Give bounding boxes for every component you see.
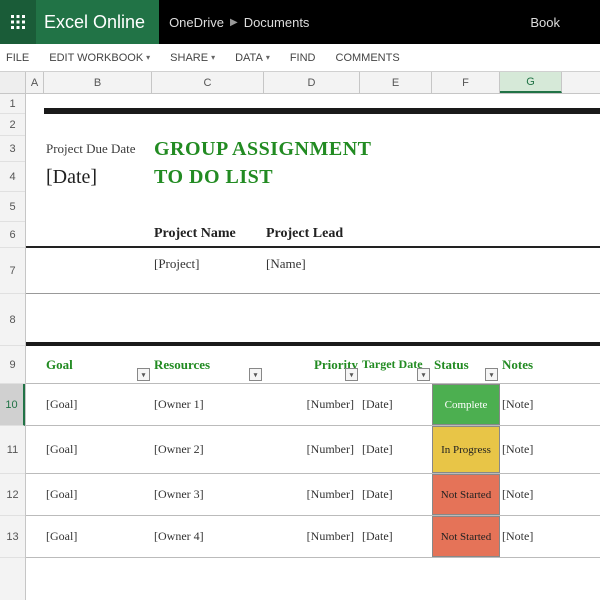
chevron-down-icon: ▾	[146, 53, 150, 62]
waffle-icon	[11, 15, 25, 29]
spreadsheet-grid: 12345678910111213 Project Due Date GROUP…	[0, 94, 600, 600]
menu-file[interactable]: FILE	[0, 44, 39, 71]
menu-find[interactable]: FIND	[280, 44, 326, 71]
cell-notes[interactable]: [Note]	[500, 516, 562, 557]
cell-priority[interactable]: [Number]	[264, 516, 360, 557]
th-notes[interactable]: Notes	[500, 346, 562, 383]
app-name: Excel Online	[36, 12, 159, 33]
column-header-b[interactable]: B	[44, 72, 152, 93]
doc-title-line2: TO DO LIST	[152, 162, 452, 192]
row-header-1[interactable]: 1	[0, 94, 25, 114]
row-header-8[interactable]: 8	[0, 294, 25, 346]
column-header-g[interactable]: G	[500, 72, 562, 93]
filter-button[interactable]: ▾	[137, 368, 150, 381]
cell-goal[interactable]: [Goal]	[44, 516, 152, 557]
table-row[interactable]: [Goal][Owner 2][Number][Date]In Progress…	[26, 426, 600, 474]
row-header-3[interactable]: 3	[0, 136, 25, 162]
table-row[interactable]: [Goal][Owner 3][Number][Date]Not Started…	[26, 474, 600, 516]
th-target[interactable]: Target Date▾	[360, 346, 432, 383]
cell-goal[interactable]: [Goal]	[44, 426, 152, 473]
menu-share[interactable]: SHARE▾	[160, 44, 225, 71]
cell-resources[interactable]: [Owner 3]	[152, 474, 264, 515]
table-row[interactable]: [Goal][Owner 4][Number][Date]Not Started…	[26, 516, 600, 558]
cell-notes[interactable]: [Note]	[500, 384, 562, 425]
row-header-5[interactable]: 5	[0, 192, 25, 222]
cell-goal[interactable]: [Goal]	[44, 384, 152, 425]
th-priority[interactable]: Priority▾	[264, 346, 360, 383]
cell-target-date[interactable]: [Date]	[360, 516, 432, 557]
select-all-corner[interactable]	[0, 72, 26, 93]
menu-data[interactable]: DATA▾	[225, 44, 280, 71]
menu-bar: FILE EDIT WORKBOOK▾ SHARE▾ DATA▾ FIND CO…	[0, 44, 600, 72]
column-header-e[interactable]: E	[360, 72, 432, 93]
project-lead-value[interactable]: [Name]	[264, 248, 360, 293]
th-resources[interactable]: Resources▾	[152, 346, 264, 383]
sheet-body[interactable]: Project Due Date GROUP ASSIGNMENT [Date]…	[26, 94, 600, 600]
due-date-value[interactable]: [Date]	[44, 162, 152, 192]
chevron-down-icon: ▾	[266, 53, 270, 62]
title-bar: Excel Online OneDrive ▶ Documents Book	[0, 0, 600, 44]
filter-button[interactable]: ▾	[249, 368, 262, 381]
column-header-d[interactable]: D	[264, 72, 360, 93]
cell-target-date[interactable]: [Date]	[360, 384, 432, 425]
menu-edit-workbook[interactable]: EDIT WORKBOOK▾	[39, 44, 160, 71]
row-header-13[interactable]: 13	[0, 516, 25, 558]
row-header-7[interactable]: 7	[0, 248, 25, 294]
th-goal[interactable]: Goal▾	[44, 346, 152, 383]
cell-target-date[interactable]: [Date]	[360, 426, 432, 473]
cell-notes[interactable]: [Note]	[500, 474, 562, 515]
filter-button[interactable]: ▾	[345, 368, 358, 381]
cell-priority[interactable]: [Number]	[264, 384, 360, 425]
titlebar-brand-area: Excel Online	[0, 0, 159, 44]
row-header-2[interactable]: 2	[0, 114, 25, 136]
row-header-11[interactable]: 11	[0, 426, 25, 474]
project-lead-header: Project Lead	[264, 222, 360, 246]
breadcrumb-part[interactable]: Documents	[244, 15, 310, 30]
project-name-header: Project Name	[152, 222, 264, 246]
column-header-c[interactable]: C	[152, 72, 264, 93]
cell-resources[interactable]: [Owner 4]	[152, 516, 264, 557]
row-header-12[interactable]: 12	[0, 474, 25, 516]
cell-status[interactable]: In Progress	[432, 426, 500, 473]
row-headers: 12345678910111213	[0, 94, 26, 600]
row-header-10[interactable]: 10	[0, 384, 25, 426]
project-name-value[interactable]: [Project]	[152, 248, 264, 293]
column-header-f[interactable]: F	[432, 72, 500, 93]
cell-notes[interactable]: [Note]	[500, 426, 562, 473]
column-headers: A B C D E F G	[0, 72, 600, 94]
column-header-a[interactable]: A	[26, 72, 44, 93]
cell-status[interactable]: Not Started	[432, 474, 500, 515]
doc-title-line1: GROUP ASSIGNMENT	[152, 136, 452, 162]
row-header-6[interactable]: 6	[0, 222, 25, 248]
document-name[interactable]: Book	[530, 15, 600, 30]
cell-priority[interactable]: [Number]	[264, 474, 360, 515]
row-header-4[interactable]: 4	[0, 162, 25, 192]
breadcrumb-part[interactable]: OneDrive	[169, 15, 224, 30]
menu-comments[interactable]: COMMENTS	[326, 44, 410, 71]
cell-goal[interactable]: [Goal]	[44, 474, 152, 515]
due-date-label: Project Due Date	[44, 136, 152, 162]
chevron-right-icon: ▶	[230, 17, 238, 28]
chevron-down-icon: ▾	[211, 53, 215, 62]
app-launcher-button[interactable]	[0, 0, 36, 44]
cell-resources[interactable]: [Owner 2]	[152, 426, 264, 473]
table-row[interactable]: [Goal][Owner 1][Number][Date]Complete[No…	[26, 384, 600, 426]
cell-status[interactable]: Not Started	[432, 516, 500, 557]
filter-button[interactable]: ▾	[485, 368, 498, 381]
cell-priority[interactable]: [Number]	[264, 426, 360, 473]
cell-status[interactable]: Complete	[432, 384, 500, 425]
th-status[interactable]: Status▾	[432, 346, 500, 383]
cell-resources[interactable]: [Owner 1]	[152, 384, 264, 425]
breadcrumb: OneDrive ▶ Documents Book	[159, 0, 600, 44]
filter-button[interactable]: ▾	[417, 368, 430, 381]
row-header-9[interactable]: 9	[0, 346, 25, 384]
cell-target-date[interactable]: [Date]	[360, 474, 432, 515]
